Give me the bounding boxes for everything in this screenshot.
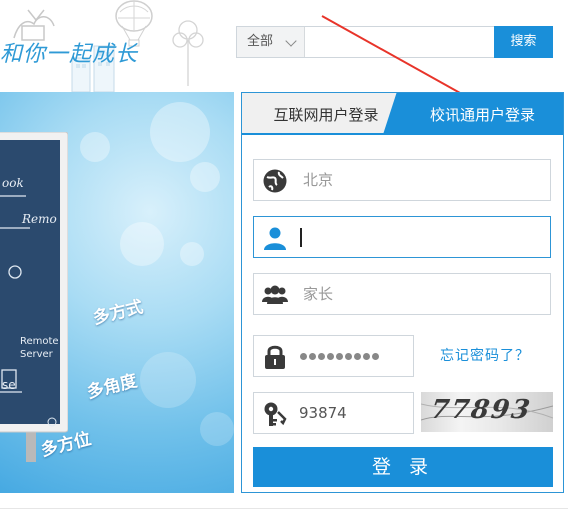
globe-icon — [263, 169, 287, 193]
code-value: 93874 — [299, 404, 347, 422]
password-dot — [336, 353, 343, 360]
password-dot — [372, 353, 379, 360]
slogan: 和你一起成长 — [0, 42, 139, 67]
chevron-down-icon — [285, 35, 297, 47]
password-dot — [327, 353, 334, 360]
board-text-3: Remote — [20, 336, 59, 347]
role-field[interactable]: 家长 — [253, 273, 551, 315]
captcha-image[interactable]: 77893 — [421, 392, 553, 432]
keys-icon — [264, 402, 287, 426]
forgot-password-link[interactable]: 忘记密码了？ — [440, 345, 530, 365]
password-dot — [354, 353, 361, 360]
code-field[interactable]: 93874 — [253, 392, 414, 434]
tab-campus-label: 校讯通用户登录 — [429, 106, 535, 124]
login-panel: 互联网用户登录 校讯通用户登录 北京 家长 忘记密码了？ 93874 77893… — [241, 92, 564, 493]
tree-doodle-icon — [172, 20, 204, 86]
password-dot — [318, 353, 325, 360]
search-button[interactable]: 搜索 — [494, 26, 553, 58]
user-icon — [264, 227, 286, 250]
tab-campus-login[interactable]: 校讯通用户登录 — [402, 93, 563, 133]
password-dot — [300, 353, 307, 360]
board-text-4: Server — [20, 349, 53, 360]
password-dot — [309, 353, 316, 360]
region-placeholder: 北京 — [303, 171, 334, 189]
search-scope-label: 全部 — [247, 34, 274, 49]
lock-icon — [265, 345, 285, 369]
login-button[interactable]: 登 录 — [253, 447, 553, 487]
region-field[interactable]: 北京 — [253, 159, 551, 201]
tab-divider — [242, 133, 563, 135]
board-text-2: Remo — [22, 212, 57, 226]
users-icon — [262, 285, 288, 304]
username-field[interactable] — [253, 216, 551, 258]
tab-internet-label: 互联网用户登录 — [273, 106, 379, 124]
board-text-1: ook — [2, 176, 24, 190]
password-dot — [363, 353, 370, 360]
login-tabs: 互联网用户登录 校讯通用户登录 — [242, 93, 563, 133]
captcha-text: 77893 — [428, 395, 534, 425]
password-field[interactable] — [253, 335, 414, 377]
search-scope-select[interactable]: 全部 — [237, 27, 305, 57]
banner-word-1: 多方式 — [90, 297, 146, 329]
password-dot — [345, 353, 352, 360]
banner-word-2: 多角度 — [84, 371, 140, 403]
promo-banner: ook Remo Remote Server se 多方式 多角度 多方位 — [0, 92, 234, 493]
footer-divider — [0, 508, 568, 509]
role-placeholder: 家长 — [303, 285, 334, 303]
text-caret — [300, 228, 302, 247]
password-mask — [300, 353, 379, 360]
board-text-5: se — [2, 378, 16, 392]
